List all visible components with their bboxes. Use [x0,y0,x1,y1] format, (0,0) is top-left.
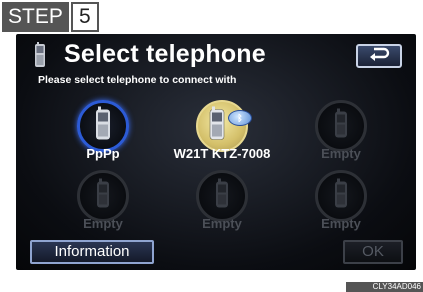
phone-slot-4[interactable]: Empty [63,170,143,246]
phone-slot-2[interactable]: ᛒ W21T KTZ-7008 [174,100,270,176]
phone-slot-3[interactable]: Empty [301,100,381,176]
phone-icon [333,108,349,144]
phone-slot-6[interactable]: Empty [301,170,381,246]
phone-icon [214,178,230,214]
phone-label: Empty [202,216,242,231]
return-arrow-icon [368,47,390,66]
step-badge: STEP 5 [2,2,99,32]
phone-icon [333,178,349,214]
phone-circle [77,100,129,152]
page-title: Select telephone [64,40,266,68]
screen: Select telephone Please select telephone… [16,34,416,270]
step-label: STEP [2,2,69,32]
phone-slot-1[interactable]: PpPp [63,100,143,176]
phone-icon [208,106,226,146]
phone-label: PpPp [86,146,120,161]
ok-button[interactable]: OK [343,240,403,264]
phone-label: W21T KTZ-7008 [173,146,271,161]
bluetooth-icon: ᛒ [228,110,252,126]
phone-slot-5[interactable]: Empty [182,170,262,246]
phone-circle [315,100,367,152]
phone-circle [77,170,129,222]
phone-icon [94,106,112,146]
page-subtitle: Please select telephone to connect with [38,74,237,86]
phone-label: Empty [83,216,123,231]
phone-circle: ᛒ [196,100,252,152]
phone-circle [196,170,248,222]
back-button[interactable] [356,44,402,68]
phone-label: Empty [321,216,361,231]
image-code: CLY34AD046 [346,282,423,292]
step-number: 5 [70,2,99,32]
phone-icon [34,42,46,68]
phone-label: Empty [321,146,361,161]
phone-circle [315,170,367,222]
information-button[interactable]: Information [30,240,154,264]
phone-icon [95,178,111,214]
